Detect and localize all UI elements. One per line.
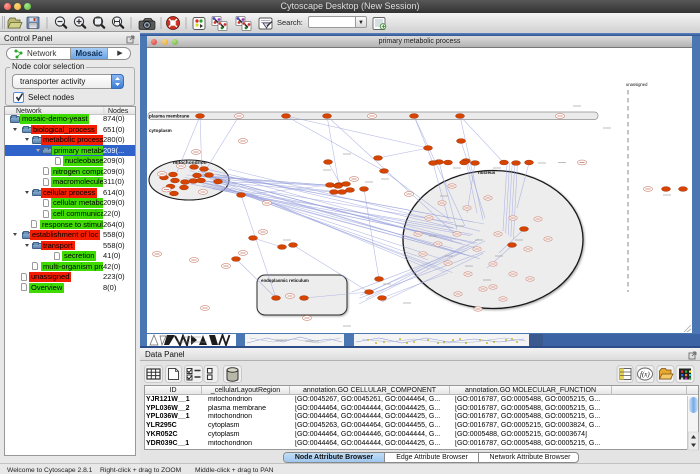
- svg-text:cytoplasm: cytoplasm: [149, 128, 172, 133]
- svg-text:f(x): f(x): [640, 371, 650, 379]
- svg-text:mitochondrion: mitochondrion: [173, 160, 207, 166]
- svg-text:unassigned: unassigned: [626, 82, 648, 87]
- svg-text:endoplasmic reticulum: endoplasmic reticulum: [261, 278, 309, 283]
- svg-text:nucleus: nucleus: [478, 170, 496, 175]
- svg-text:plasma membrane: plasma membrane: [149, 114, 190, 119]
